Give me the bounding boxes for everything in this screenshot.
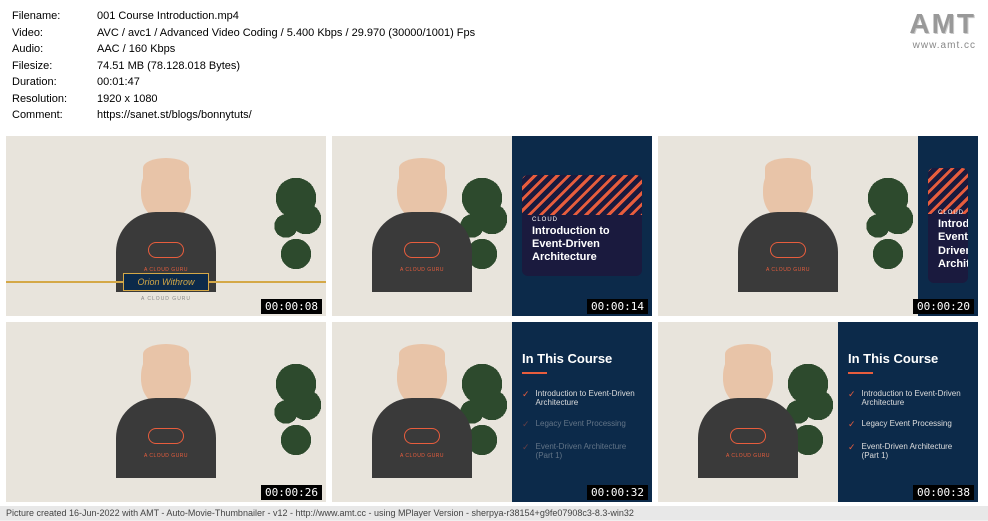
course-panel: In This Course ✓ Introduction to Event-Dr… — [512, 322, 652, 502]
thumbnail-4: A CLOUD GURU 00:00:26 — [6, 322, 326, 502]
thumbnail-grid: A CLOUD GURU Orion Withrow A CLOUD GURU … — [0, 132, 988, 506]
slide-panel-partial: CLOUD Introduction Event-Driven Architec… — [918, 136, 978, 316]
thumbnail-1: A CLOUD GURU Orion Withrow A CLOUD GURU … — [6, 136, 326, 316]
filesize-value: 74.51 MB (78.128.018 Bytes) — [97, 58, 909, 75]
course-heading: In This Course — [848, 351, 968, 374]
slide-panel: CLOUD Introduction to Event-Driven Archi… — [512, 136, 652, 316]
resolution-value: 1920 x 1080 — [97, 91, 909, 108]
course-item: Introduction to Event-Driven Architectur… — [862, 389, 968, 407]
slide-title: Introduction to Event-Driven Architectur… — [532, 225, 632, 265]
check-icon: ✓ — [848, 389, 856, 407]
thumbnail-6: A CLOUD GURU In This Course ✓Introductio… — [658, 322, 978, 502]
logo-url: www.amt.cc — [909, 40, 976, 51]
resolution-label: Resolution: — [12, 91, 97, 108]
metadata-block: Filename:001 Course Introduction.mp4 Vid… — [12, 8, 909, 124]
timestamp: 00:00:08 — [261, 299, 322, 314]
logo: AMT www.amt.cc — [909, 8, 976, 124]
course-item: Legacy Event Processing — [536, 419, 626, 430]
header: Filename:001 Course Introduction.mp4 Vid… — [0, 0, 988, 132]
course-item: Event-Driven Architecture (Part 1) — [536, 442, 642, 460]
course-item: Event-Driven Architecture (Part 1) — [862, 442, 968, 460]
video-label: Video: — [12, 25, 97, 42]
thumbnail-sheet: Filename:001 Course Introduction.mp4 Vid… — [0, 0, 988, 520]
check-icon: ✓ — [522, 442, 530, 460]
filename-value: 001 Course Introduction.mp4 — [97, 8, 909, 25]
audio-label: Audio: — [12, 41, 97, 58]
timestamp: 00:00:32 — [587, 485, 648, 500]
video-value: AVC / avc1 / Advanced Video Coding / 5.4… — [97, 25, 909, 42]
thumbnail-5: A CLOUD GURU In This Course ✓Introductio… — [332, 322, 652, 502]
thumbnail-3: A CLOUD GURU CLOUD Introduction Event-Dr… — [658, 136, 978, 316]
duration-label: Duration: — [12, 74, 97, 91]
footer-text: Picture created 16-Jun-2022 with AMT - A… — [0, 506, 988, 520]
duration-value: 00:01:47 — [97, 74, 909, 91]
timestamp: 00:00:20 — [913, 299, 974, 314]
slide-label: CLOUD — [532, 217, 632, 223]
presenter-name: Orion Withrow — [123, 273, 210, 291]
filename-label: Filename: — [12, 8, 97, 25]
check-icon: ✓ — [848, 419, 856, 430]
check-icon: ✓ — [848, 442, 856, 460]
comment-label: Comment: — [12, 107, 97, 124]
comment-value: https://sanet.st/blogs/bonnytuts/ — [97, 107, 909, 124]
logo-text: AMT — [909, 8, 976, 40]
course-item: Legacy Event Processing — [862, 419, 952, 430]
check-icon: ✓ — [522, 419, 530, 430]
timestamp: 00:00:38 — [913, 485, 974, 500]
timestamp: 00:00:26 — [261, 485, 322, 500]
check-icon: ✓ — [522, 389, 530, 407]
filesize-label: Filesize: — [12, 58, 97, 75]
name-banner: Orion Withrow — [6, 270, 326, 294]
thumbnail-2: A CLOUD GURU CLOUD Introduction to Event… — [332, 136, 652, 316]
course-item: Introduction to Event-Driven Architectur… — [536, 389, 642, 407]
presenter-org: A CLOUD GURU — [141, 296, 191, 302]
audio-value: AAC / 160 Kbps — [97, 41, 909, 58]
course-panel: In This Course ✓ Introduction to Event-Dr… — [838, 322, 978, 502]
course-heading: In This Course — [522, 351, 642, 374]
timestamp: 00:00:14 — [587, 299, 648, 314]
